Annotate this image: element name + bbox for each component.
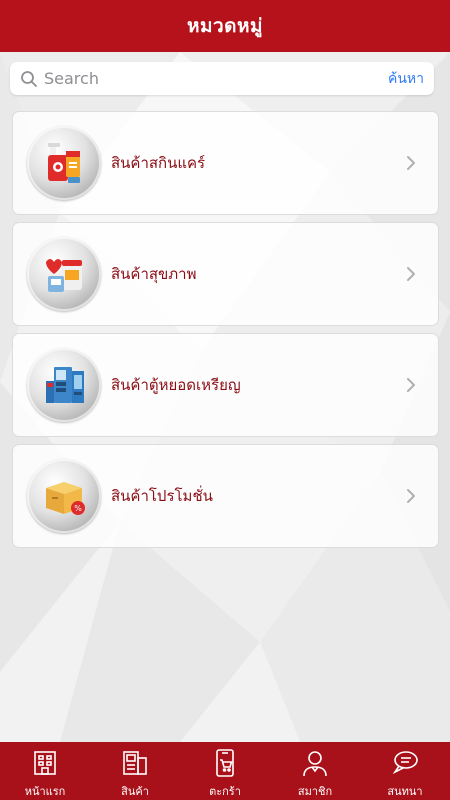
member-icon [299, 747, 331, 778]
promotion-box-icon: % [27, 459, 101, 533]
category-list: สินค้าสกินแคร์ สินค้าสุขภาพ สินค้าตู้หยอ… [12, 111, 439, 555]
tab-products[interactable]: สินค้า [90, 742, 180, 800]
products-icon [119, 747, 151, 778]
vending-machine-icon [27, 348, 101, 422]
category-label: สินค้าสกินแคร์ [111, 154, 206, 172]
skincare-icon [27, 126, 101, 200]
category-item-vending[interactable]: สินค้าตู้หยอดเหรียญ [12, 333, 439, 437]
tab-member[interactable]: สมาชิก [270, 742, 360, 800]
tab-label: สมาชิก [297, 785, 333, 798]
search-icon [14, 62, 44, 95]
category-label: สินค้าโปรโมชั่น [111, 487, 213, 505]
tab-chat[interactable]: สนทนา [360, 742, 450, 800]
tab-label: ตะกร้า [209, 785, 241, 798]
category-label: สินค้าสุขภาพ [111, 265, 197, 283]
category-label: สินค้าตู้หยอดเหรียญ [111, 376, 241, 394]
search-button[interactable]: ค้นหา [382, 68, 434, 90]
category-item-promotion[interactable]: % สินค้าโปรโมชั่น [12, 444, 439, 548]
chat-icon [389, 747, 421, 778]
chevron-right-icon [398, 150, 424, 176]
tab-label: สินค้า [121, 785, 149, 798]
cart-phone-icon [209, 747, 241, 778]
app-header: หมวดหมู่ [0, 0, 450, 52]
svg-text:%: % [74, 504, 82, 513]
chevron-right-icon [398, 261, 424, 287]
search-bar: ค้นหา [10, 62, 434, 95]
chevron-right-icon [398, 372, 424, 398]
category-item-skincare[interactable]: สินค้าสกินแคร์ [12, 111, 439, 215]
search-input[interactable] [44, 63, 382, 94]
category-item-health[interactable]: สินค้าสุขภาพ [12, 222, 439, 326]
tab-label: สนทนา [387, 785, 423, 798]
home-building-icon [29, 747, 61, 778]
tab-home[interactable]: หน้าแรก [0, 742, 90, 800]
bottom-tab-bar: หน้าแรก สินค้า ตะกร้า สมาชิก สนทนา [0, 742, 450, 800]
tab-label: หน้าแรก [24, 785, 66, 798]
health-icon [27, 237, 101, 311]
page-title: หมวดหมู่ [186, 15, 264, 37]
chevron-right-icon [398, 483, 424, 509]
tab-cart[interactable]: ตะกร้า [180, 742, 270, 800]
